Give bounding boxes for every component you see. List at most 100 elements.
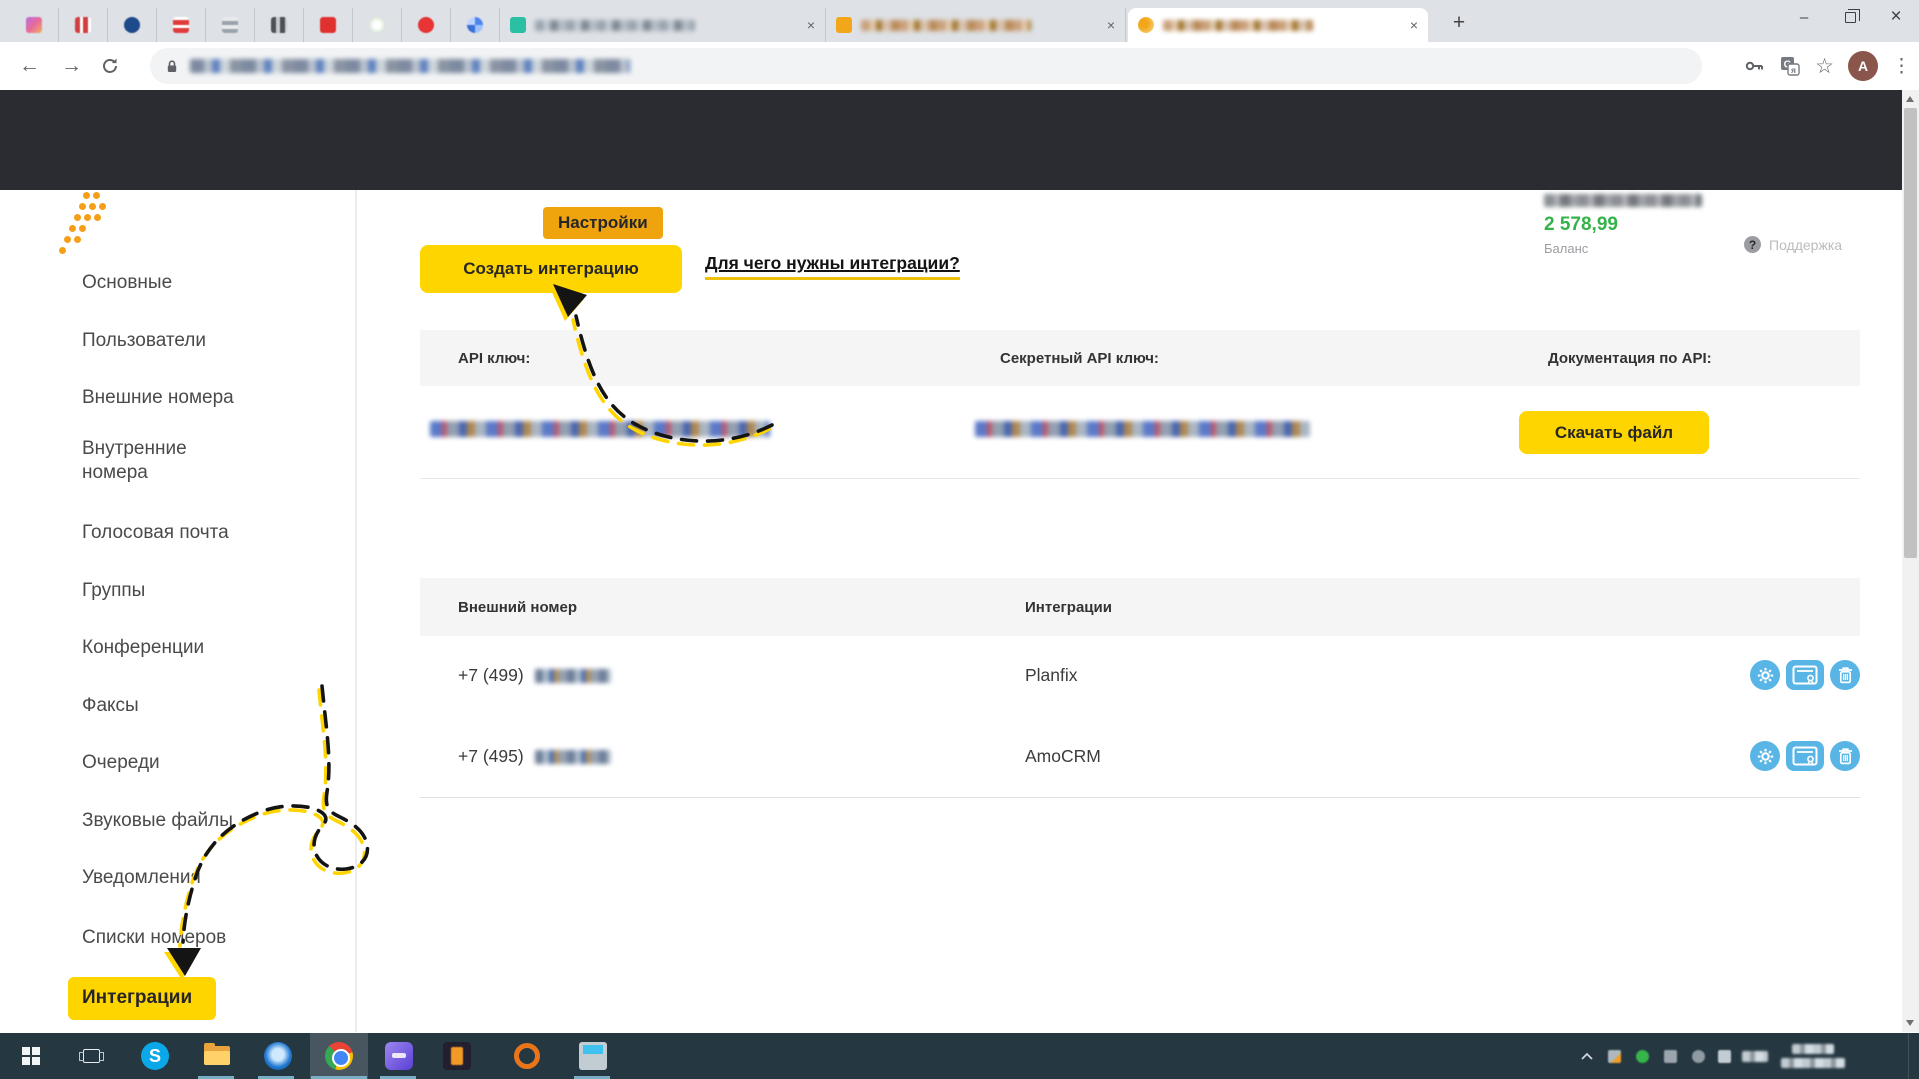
sidebar-item-internal-numbers[interactable]: Внутренние номера: [82, 437, 217, 485]
phone-suffix-blurred: [535, 750, 611, 764]
row-actions: [1750, 741, 1860, 771]
sidebar-item-groups[interactable]: Группы: [82, 580, 145, 602]
pinned-tab[interactable]: [108, 8, 157, 42]
sidebar-item-number-lists[interactable]: Списки номеров: [82, 927, 226, 949]
forward-icon[interactable]: →: [61, 54, 82, 78]
download-file-button[interactable]: Скачать файл: [1519, 411, 1709, 454]
integration-card-button[interactable]: [1786, 660, 1824, 690]
browser-tab-active[interactable]: ×: [1128, 8, 1428, 42]
delete-button[interactable]: [1830, 660, 1860, 690]
pinned-tab[interactable]: [157, 8, 206, 42]
tray-icon[interactable]: [1632, 1033, 1652, 1079]
bookmark-star-icon[interactable]: ☆: [1815, 54, 1834, 79]
language-indicator[interactable]: [1740, 1033, 1770, 1079]
support-link[interactable]: ? Поддержка: [1744, 236, 1842, 253]
scroll-up-icon[interactable]: [1906, 96, 1914, 102]
api-key-value-blurred: [430, 421, 770, 437]
sidebar-item-conferences[interactable]: Конференции: [82, 637, 204, 659]
site-favicon-icon: [369, 17, 385, 33]
task-view-icon: [83, 1049, 100, 1063]
profile-avatar[interactable]: A: [1848, 51, 1878, 81]
pinned-tab[interactable]: [353, 8, 402, 42]
orange-app-icon: [443, 1042, 471, 1070]
tab-close-icon[interactable]: ×: [1097, 18, 1115, 32]
taskbar-app-setup[interactable]: [578, 1033, 608, 1079]
tab-title-blurred: [861, 20, 1031, 31]
sidebar-item-integrations-active[interactable]: Интеграции: [68, 977, 216, 1020]
site-favicon-icon: [222, 17, 238, 33]
pinned-tab[interactable]: [10, 8, 59, 42]
settings-gear-button[interactable]: [1750, 741, 1780, 771]
vertical-scrollbar[interactable]: [1902, 90, 1919, 1032]
api-panel-bottom-line: [420, 478, 1860, 479]
tray-icon[interactable]: [1688, 1033, 1708, 1079]
balance-amount: 2 578,99: [1544, 214, 1618, 235]
taskbar-app-ring[interactable]: [512, 1033, 542, 1079]
pinned-tab[interactable]: [59, 8, 108, 42]
task-view-button[interactable]: [74, 1033, 108, 1079]
nav-monitoring[interactable]: Мониторинг: [203, 214, 305, 234]
browser-tab[interactable]: ×: [826, 8, 1126, 42]
atc-logo[interactable]: АТС: [57, 190, 177, 254]
nav-settings-active[interactable]: Настройки: [543, 207, 663, 239]
tray-expand-button[interactable]: [1576, 1033, 1598, 1079]
taskbar-app-orange-doc[interactable]: [442, 1033, 472, 1079]
sidebar-item-voicemail[interactable]: Голосовая почта: [82, 522, 229, 544]
reload-icon[interactable]: [100, 56, 120, 76]
screen: × × × + – × ← →: [0, 0, 1919, 1079]
pinned-tab[interactable]: [255, 8, 304, 42]
tray-icon[interactable]: [1660, 1033, 1680, 1079]
nav-reports[interactable]: Отчёты: [898, 214, 962, 234]
window-close-button[interactable]: ×: [1873, 0, 1919, 34]
address-bar[interactable]: [150, 48, 1702, 84]
browser-menu-kebab-icon[interactable]: ⋮: [1892, 55, 1911, 78]
support-label: Поддержка: [1769, 237, 1842, 253]
delete-button[interactable]: [1830, 741, 1860, 771]
sidebar-item-external-numbers[interactable]: Внешние номера: [82, 387, 234, 409]
new-tab-button[interactable]: +: [1444, 9, 1474, 39]
clock-and-date[interactable]: [1778, 1033, 1848, 1079]
why-integrations-link[interactable]: Для чего нужны интеграции?: [705, 253, 960, 280]
taskbar-app-blue[interactable]: [263, 1033, 293, 1079]
back-icon[interactable]: ←: [19, 54, 40, 78]
settings-gear-button[interactable]: [1750, 660, 1780, 690]
pinned-tab[interactable]: [451, 8, 500, 42]
taskbar-app-explorer[interactable]: [202, 1033, 232, 1079]
scroll-down-icon[interactable]: [1906, 1020, 1914, 1026]
nav-telephony-scheme[interactable]: Схема телефонии: [695, 214, 846, 234]
show-desktop-button[interactable]: [1908, 1033, 1919, 1079]
tray-icon[interactable]: [1714, 1033, 1734, 1079]
taskbar-app-skype[interactable]: S: [140, 1033, 170, 1079]
pinned-tab[interactable]: [304, 8, 353, 42]
secret-api-key-label: Секретный API ключ:: [1000, 350, 1159, 367]
start-button[interactable]: [14, 1033, 48, 1079]
sidebar-item-users[interactable]: Пользователи: [82, 330, 206, 352]
integration-card-button[interactable]: [1786, 741, 1824, 771]
tab-close-icon[interactable]: ×: [797, 18, 815, 32]
browser-tab[interactable]: ×: [500, 8, 826, 42]
sidebar-item-main[interactable]: Основные: [82, 272, 172, 294]
sidebar-item-queues[interactable]: Очереди: [82, 752, 160, 774]
account-name-blurred: [1544, 192, 1702, 210]
window-restore-button[interactable]: [1827, 0, 1873, 34]
sidebar-item-notifications[interactable]: Уведомления: [82, 867, 201, 889]
taskbar-app-purple[interactable]: [384, 1033, 414, 1079]
create-integration-button[interactable]: Создать интеграцию: [420, 245, 682, 293]
secret-api-key-value-blurred: [975, 421, 1310, 437]
nav-tariffs[interactable]: Тарифы и услуги: [356, 214, 502, 234]
tab-close-icon[interactable]: ×: [1400, 18, 1418, 32]
site-favicon-icon: [271, 17, 287, 33]
sidebar-item-sound-files[interactable]: Звуковые файлы: [82, 810, 233, 832]
tray-icon[interactable]: [1604, 1033, 1624, 1079]
pinned-tab[interactable]: [206, 8, 255, 42]
translate-icon[interactable]: G я: [1779, 55, 1801, 77]
window-minimize-button[interactable]: –: [1781, 0, 1827, 34]
password-key-icon[interactable]: [1743, 55, 1765, 77]
skype-icon: S: [141, 1042, 169, 1070]
scrollbar-thumb[interactable]: [1904, 108, 1917, 558]
taskbar-app-chrome-active[interactable]: [324, 1033, 354, 1079]
pinned-tab[interactable]: [402, 8, 451, 42]
sidebar-item-faxes[interactable]: Факсы: [82, 695, 139, 717]
url-text-blurred: [190, 59, 630, 73]
logout-icon[interactable]: [1744, 198, 1772, 226]
